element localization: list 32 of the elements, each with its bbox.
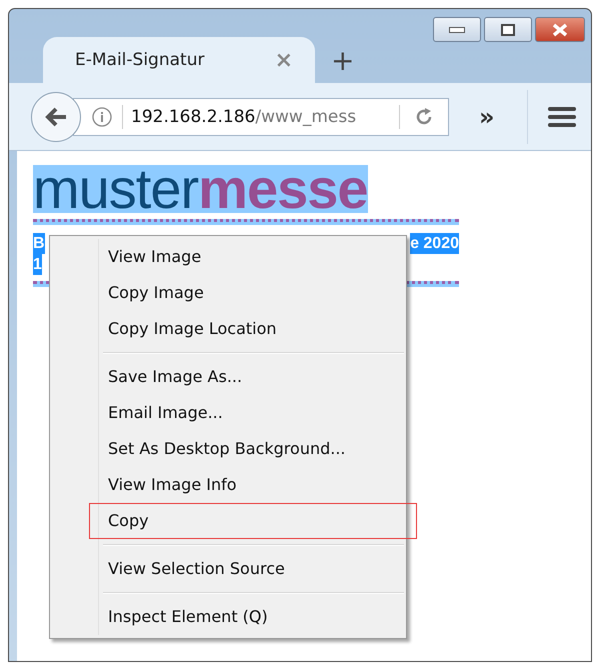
tab-title: E-Mail-Signatur (75, 50, 206, 70)
menu-item[interactable]: Copy (99, 503, 404, 539)
browser-tab[interactable]: E-Mail-Signatur × (43, 37, 315, 83)
menu-item[interactable]: View Selection Source (99, 551, 404, 587)
logo: mustermesse (33, 165, 368, 213)
menu-item[interactable]: View Image Info (99, 467, 404, 503)
new-tab-button[interactable]: + (331, 44, 354, 77)
menu-item[interactable]: Email Image... (99, 395, 404, 431)
maximize-icon (501, 24, 515, 36)
info-icon (92, 106, 112, 126)
reload-icon[interactable] (414, 106, 434, 126)
menu-item[interactable]: Copy Image (99, 275, 404, 311)
selected-text: B (33, 233, 45, 254)
close-button[interactable] (535, 17, 585, 42)
address-field[interactable]: 192.168.2.186/www_mess (73, 98, 449, 136)
menu-item[interactable]: Save Image As... (99, 359, 404, 395)
minimize-icon (449, 26, 465, 32)
selected-text: 1 (33, 254, 42, 275)
url-path: /www_mess (255, 106, 358, 126)
menu-item[interactable]: Set As Desktop Background... (99, 431, 404, 467)
menu-item[interactable]: Inspect Element (Q) (99, 599, 404, 635)
back-button[interactable] (31, 92, 81, 142)
selected-text: e 2020 (410, 233, 459, 254)
menu-item[interactable]: View Image (99, 239, 404, 275)
url-host: 192.168.2.186 (131, 106, 256, 126)
maximize-button[interactable] (484, 17, 532, 42)
menu-icon[interactable] (548, 106, 576, 128)
back-arrow-icon (45, 106, 67, 126)
menu-item[interactable]: Copy Image Location (99, 311, 404, 347)
overflow-button[interactable]: » (479, 102, 527, 130)
minimize-button[interactable] (433, 17, 481, 42)
close-icon (552, 22, 568, 36)
